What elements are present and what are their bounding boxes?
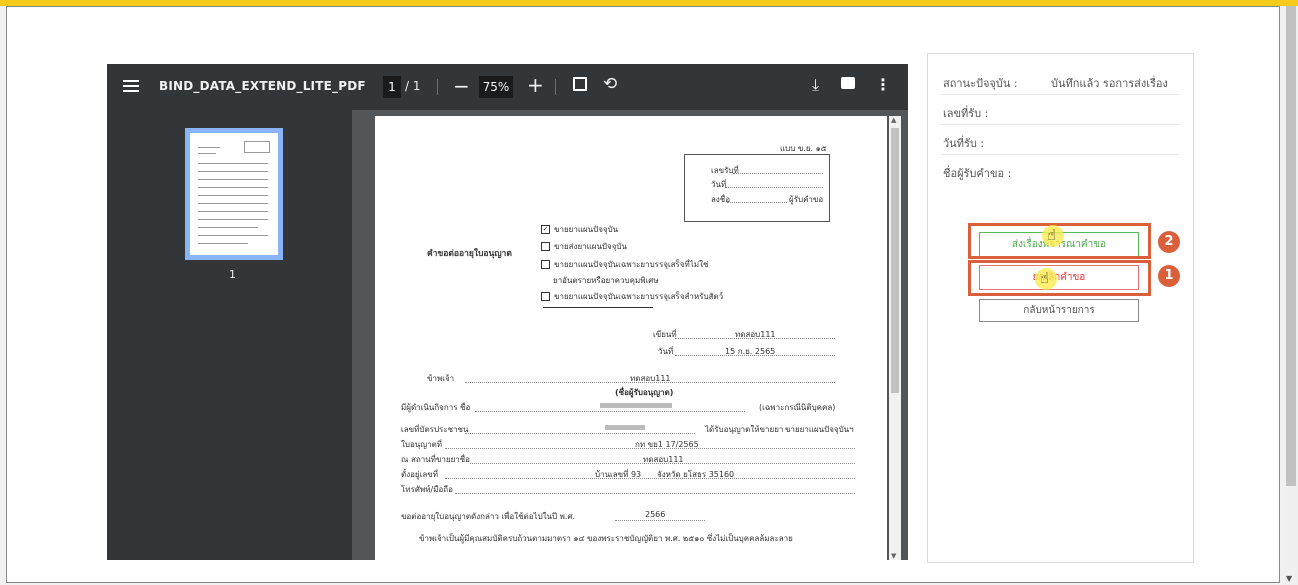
- page-scrollbar[interactable]: ▼: [1284, 6, 1298, 585]
- page-scroll-thumb[interactable]: [1286, 6, 1296, 486]
- zoom-in-icon[interactable]: +: [527, 73, 544, 97]
- step-badge-1: 1: [1158, 265, 1180, 287]
- option-1: ✓ ขายยาแผนปัจจุบัน: [541, 225, 619, 234]
- zoom-input[interactable]: 75%: [479, 76, 513, 98]
- fit-page-icon[interactable]: [573, 77, 587, 91]
- option-3: ขายยาแผนปัจจุบันเฉพาะยาบรรจุเสร็จที่ไม่ใ…: [541, 258, 708, 271]
- receive-no-row: เลขที่รับ :: [941, 94, 1179, 125]
- toolbar-divider: [437, 79, 438, 95]
- document-area: แบบ ข.ย. ๑๕ เลขรับที่ วันที่ ลงชื่อ ผู้ร…: [352, 110, 908, 560]
- more-icon[interactable]: ⋮: [875, 75, 891, 94]
- menu-icon[interactable]: [123, 77, 139, 93]
- status-row: สถานะปัจจุบัน : บันทึกแล้ว รอการส่งเรื่อ…: [941, 64, 1179, 95]
- rotate-icon[interactable]: ⟲: [603, 74, 617, 94]
- back-to-list-button[interactable]: กลับหน้ารายการ: [979, 299, 1139, 322]
- current-status-value: บันทึกแล้ว รอการส่งเรื่อง: [1051, 77, 1168, 90]
- scroll-down-icon[interactable]: ▼: [1286, 574, 1292, 583]
- document-scrollbar[interactable]: ▲ ▼: [889, 116, 901, 560]
- print-icon[interactable]: [841, 77, 855, 89]
- pdf-viewer: BIND_DATA_EXTEND_LITE_PDF 1 / 1 − 75% + …: [107, 64, 908, 560]
- download-icon[interactable]: ⤓: [812, 75, 819, 95]
- highlight-box-cancel: [968, 260, 1151, 296]
- option-4: ขายยาแผนปัจจุบันเฉพาะยาบรรจุเสร็จสำหรับส…: [541, 290, 723, 303]
- scroll-up-icon[interactable]: ▲: [891, 116, 896, 124]
- current-status-label: สถานะปัจจุบัน :: [943, 77, 1018, 90]
- receive-no-label: เลขที่รับ :: [943, 107, 989, 120]
- thumbnail-page-number: 1: [229, 268, 236, 281]
- hand-cursor-icon: ☝: [1042, 225, 1064, 247]
- page-thumbnail[interactable]: [185, 128, 283, 260]
- receiver-row: ชื่อผู้รับคำขอ :: [941, 154, 1179, 184]
- receipt-box: เลขรับที่ วันที่ ลงชื่อ ผู้รับคำขอ: [684, 154, 830, 222]
- thumbnail-pane: 1: [107, 110, 352, 560]
- page-number-input[interactable]: 1: [383, 76, 401, 98]
- step-badge-2: 2: [1158, 231, 1180, 253]
- scroll-down-icon[interactable]: ▼: [891, 552, 896, 560]
- zoom-out-icon[interactable]: −: [453, 74, 470, 98]
- toolbar-divider: [555, 79, 556, 95]
- pdf-file-name: BIND_DATA_EXTEND_LITE_PDF: [159, 79, 366, 93]
- receive-date-label: วันที่รับ :: [943, 137, 985, 150]
- pdf-toolbar: BIND_DATA_EXTEND_LITE_PDF 1 / 1 − 75% + …: [107, 64, 908, 110]
- form-title: คำขอต่ออายุใบอนุญาต: [427, 249, 512, 259]
- hand-cursor-icon: ☝: [1035, 268, 1057, 290]
- receive-date-row: วันที่รับ :: [941, 124, 1179, 155]
- document-page: แบบ ข.ย. ๑๕ เลขรับที่ วันที่ ลงชื่อ ผู้ร…: [375, 116, 887, 560]
- document-scroll-thumb[interactable]: [891, 128, 899, 393]
- page-total: / 1: [405, 79, 421, 93]
- receiver-label: ชื่อผู้รับคำขอ :: [943, 167, 1012, 180]
- option-2: ขายส่งยาแผนปัจจุบัน: [541, 240, 627, 253]
